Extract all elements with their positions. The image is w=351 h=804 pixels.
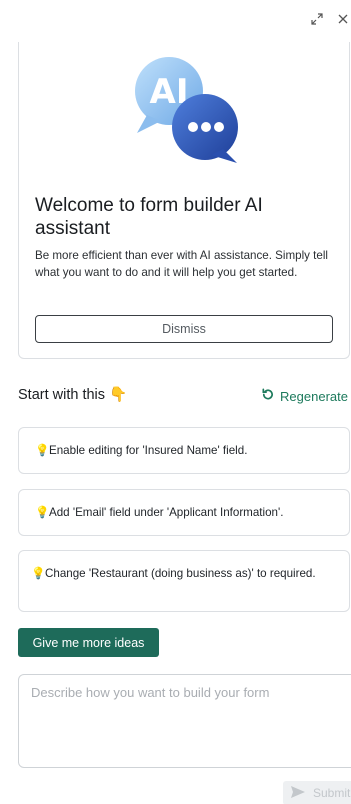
lightbulb-icon: 💡 [31, 567, 46, 580]
suggestion-text: Enable editing for 'Insured Name' field. [49, 444, 248, 457]
prompt-input[interactable] [18, 674, 351, 768]
suggestion-card[interactable]: 💡Enable editing for 'Insured Name' field… [18, 427, 350, 474]
lightbulb-icon: 💡 [35, 506, 50, 519]
submit-button[interactable]: Submit [283, 781, 351, 804]
lightbulb-icon: 💡 [35, 444, 50, 457]
welcome-card: AI Welcome to form builder AI assistant … [18, 42, 350, 359]
ai-assistant-panel: AI Welcome to form builder AI assistant … [0, 0, 351, 804]
send-icon [291, 785, 305, 801]
suggestion-card[interactable]: 💡Add 'Email' field under 'Applicant Info… [18, 489, 350, 536]
welcome-title: Welcome to form builder AI assistant [35, 195, 263, 239]
start-with-this-label: Start with this [18, 387, 106, 403]
suggestion-card[interactable]: 💡Change 'Restaurant (doing business as)'… [18, 550, 350, 612]
dismiss-button[interactable]: Dismiss [35, 315, 333, 343]
submit-label: Submit [313, 786, 351, 800]
ai-assistant-illustration: AI [127, 55, 243, 165]
start-with-this-row: Start with this 👇 Regenerate [18, 384, 348, 406]
suggestion-text: Add 'Email' field under 'Applicant Infor… [49, 506, 284, 519]
pointing-down-icon: 👇 [109, 387, 128, 403]
expand-icon[interactable] [309, 11, 325, 27]
start-with-this-heading: Start with this 👇 [18, 386, 127, 403]
window-controls [309, 10, 351, 28]
close-icon[interactable] [335, 11, 351, 27]
regenerate-label: Regenerate [280, 388, 348, 404]
regenerate-icon [261, 388, 274, 404]
welcome-description: Be more efficient than ever with AI assi… [35, 249, 328, 279]
suggestion-text: Change 'Restaurant (doing business as)' … [45, 567, 316, 580]
regenerate-button[interactable]: Regenerate [261, 388, 348, 404]
give-me-more-ideas-button[interactable]: Give me more ideas [18, 628, 159, 657]
